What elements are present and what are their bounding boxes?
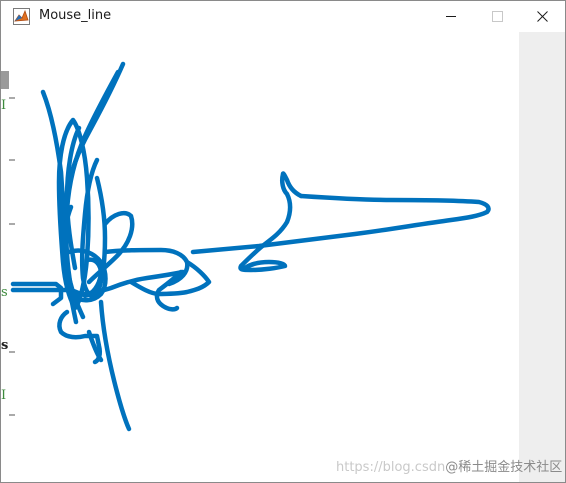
figure-canvas[interactable]: I s s I	[1, 32, 519, 482]
window-title: Mouse_line	[39, 8, 112, 23]
mouse-trace-segment	[57, 309, 103, 365]
mouse-trace-segment	[238, 171, 304, 273]
mouse-trace-segment	[10, 281, 64, 307]
title-bar[interactable]: Mouse_line	[1, 1, 565, 32]
mouse-trace-segment	[128, 279, 162, 297]
maximize-icon	[491, 11, 503, 22]
matlab-figure-icon	[13, 8, 30, 25]
watermark-handle: @稀土掘金技术社区	[445, 460, 563, 475]
figure-side-panel	[519, 32, 565, 482]
close-button[interactable]	[519, 1, 565, 32]
figure-window: Mouse_line I s s I https://blog.csdn@稀土掘…	[0, 0, 566, 483]
minimize-icon	[445, 11, 457, 22]
minimize-button[interactable]	[428, 1, 474, 32]
mouse-trace-segment	[190, 193, 491, 255]
watermark-url: https://blog.csdn	[336, 460, 446, 475]
mouse-trace-segment	[98, 299, 132, 432]
mouse-line-plot[interactable]	[1, 32, 519, 482]
watermark: https://blog.csdn@稀土掘金技术社区	[336, 456, 562, 475]
close-icon	[536, 11, 548, 22]
maximize-button[interactable]	[474, 1, 520, 32]
mouse-trace-segment	[86, 211, 135, 285]
